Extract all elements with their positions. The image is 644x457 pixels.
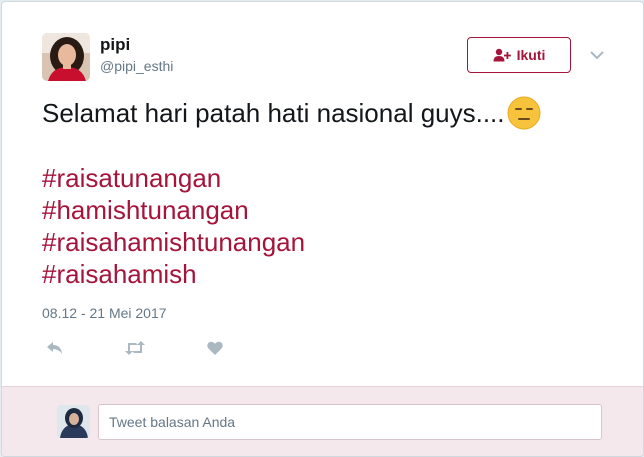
tweet-body: Selamat hari patah hati nasional guys...…: [42, 98, 505, 128]
tweet-header: pipi @pipi_esthi Ikuti: [42, 32, 623, 84]
expressionless-face-emoji: [507, 96, 541, 130]
current-user-avatar: [57, 405, 90, 438]
username[interactable]: @pipi_esthi: [100, 57, 173, 75]
retweet-icon: [124, 341, 146, 355]
avatar[interactable]: [42, 33, 90, 81]
tweet-timestamp[interactable]: 08.12 - 21 Mei 2017: [42, 305, 167, 321]
hashtag-link[interactable]: #hamishtunangan: [42, 194, 613, 226]
hashtag-link[interactable]: #raisahamish: [42, 258, 613, 290]
hashtag-list: #raisatunangan #hamishtunangan #raisaham…: [42, 162, 613, 290]
retweet-button[interactable]: [122, 335, 148, 361]
tweet-text: Selamat hari patah hati nasional guys...…: [42, 96, 613, 290]
reply-button[interactable]: [42, 335, 68, 361]
display-name[interactable]: pipi: [100, 35, 173, 55]
reply-area: [2, 386, 643, 456]
heart-icon: [207, 341, 223, 355]
tweet-card: pipi @pipi_esthi Ikuti Selamat hari pata…: [1, 1, 644, 457]
like-button[interactable]: [202, 335, 228, 361]
reply-input[interactable]: [98, 404, 602, 440]
more-options-button[interactable]: [586, 44, 608, 66]
follow-label: Ikuti: [516, 47, 546, 63]
add-user-icon: [493, 48, 511, 62]
reply-icon: [46, 341, 64, 355]
follow-button[interactable]: Ikuti: [467, 37, 571, 73]
hashtag-link[interactable]: #raisatunangan: [42, 162, 613, 194]
user-info: pipi @pipi_esthi: [100, 35, 173, 75]
chevron-down-icon: [590, 50, 604, 60]
hashtag-link[interactable]: #raisahamishtunangan: [42, 226, 613, 258]
